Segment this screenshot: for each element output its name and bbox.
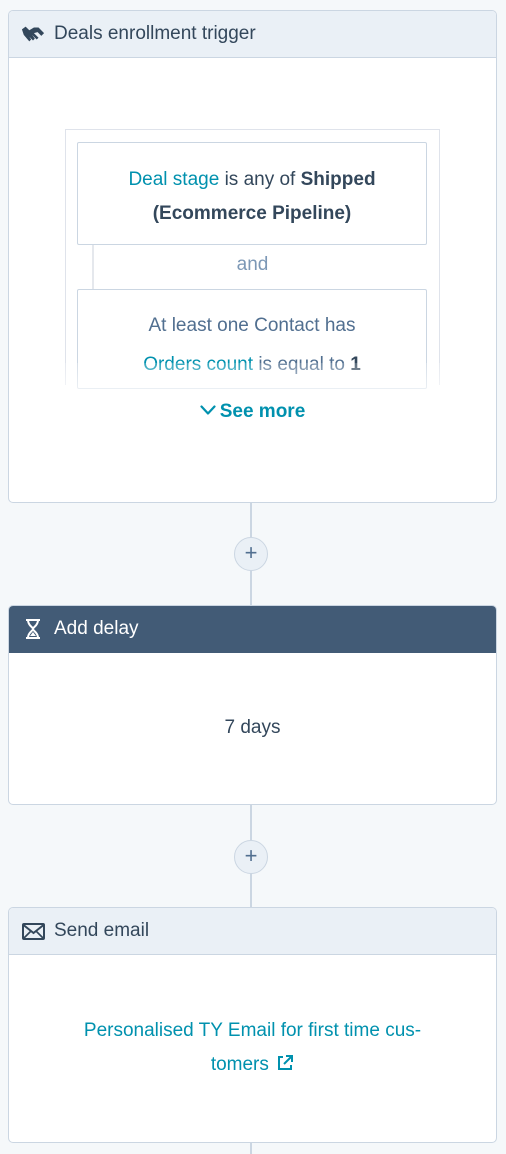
send-email-card[interactable]: Send email Personalised TY Email for fir… [8,907,497,1143]
add-action-button[interactable]: + [234,537,268,571]
delay-header-title: Add delay [54,618,139,639]
filter-joiner-and: and [236,254,269,275]
filter-value-line2: (Ecommerce Pipeline) [152,203,352,224]
filter-property-deal-stage: Deal stage [128,169,220,190]
see-more-link[interactable]: See more [9,401,496,423]
email-link-line1: Personalised TY Email for first time cus… [83,1020,422,1041]
email-card-header[interactable]: Send email [9,908,496,955]
email-header-title: Send email [54,920,150,941]
email-link-line2: tomers [210,1054,269,1075]
handshake-icon [21,24,45,44]
filter-value-line1: Shipped [300,169,376,190]
trigger-filter-group: Deal stage is any of Shipped (Ecommerce … [65,129,440,389]
see-more-label: See more [219,401,306,422]
envelope-icon [21,921,45,941]
add-action-button[interactable]: + [234,840,268,874]
trigger-card-header[interactable]: Deals enrollment trigger [9,11,496,58]
hourglass-icon [21,619,45,639]
delay-value: 7 days [224,717,281,738]
filter2-line1: At least one Contact has [148,315,356,336]
trigger-header-title: Deals enrollment trigger [54,23,256,44]
plus-icon: + [244,843,258,868]
connector-line [250,1142,252,1154]
chevron-down-icon [200,405,216,415]
plus-icon: + [244,540,258,565]
filter-operator: is any of [224,169,296,190]
delay-card[interactable]: Add delay 7 days [8,605,497,805]
email-link[interactable]: Personalised TY Email for first time cus… [9,1014,496,1082]
external-link-icon [278,1055,294,1070]
delay-card-header[interactable]: Add delay [9,606,496,653]
filter-deal-stage[interactable]: Deal stage is any of Shipped (Ecommerce … [77,142,427,245]
enrollment-trigger-card[interactable]: Deals enrollment trigger Deal stage is a… [8,10,497,503]
